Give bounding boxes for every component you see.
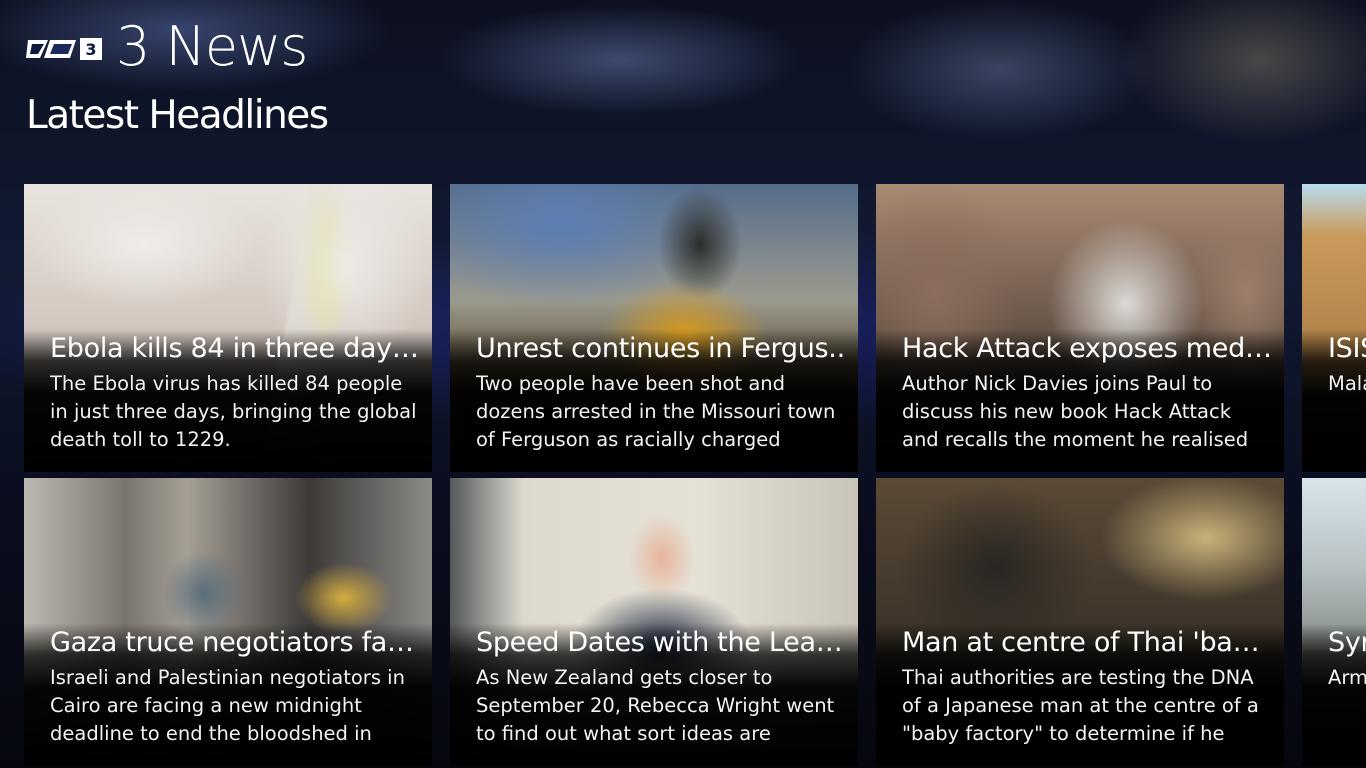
- tile-text: Man at centre of Thai 'bab... Thai autho…: [902, 626, 1272, 748]
- news-tile[interactable]: Man at centre of Thai 'bab... Thai autho…: [876, 478, 1284, 766]
- svg-text:3: 3: [85, 40, 96, 59]
- news-tile[interactable]: Unrest continues in Fergus.. Two people …: [450, 184, 858, 472]
- tile-summary: The Ebola virus has killed 84 people in …: [50, 372, 417, 451]
- app-header: 3 3 News: [26, 14, 308, 80]
- tile-text: Ebola kills 84 in three days... The Ebol…: [50, 332, 420, 454]
- news-tile[interactable]: Hack Attack exposes medi... Author Nick …: [876, 184, 1284, 472]
- tile-text: ISIS Mala a wa mili: [1328, 332, 1366, 454]
- section-title: Latest Headlines: [26, 93, 329, 138]
- app-window: 3 3 News Latest Headlines Ebola kills 84…: [0, 0, 1366, 768]
- tile-summary: Mala a wa mili: [1328, 372, 1366, 395]
- brand: 3 3 News: [26, 14, 308, 80]
- tile-summary: As New Zealand gets closer to September …: [476, 666, 835, 745]
- tile-summary: Two people have been shot and dozens arr…: [476, 372, 836, 451]
- tile-summary: Author Nick Davies joins Paul to discuss…: [902, 372, 1249, 451]
- tile-headline: Ebola kills 84 in three days...: [50, 333, 420, 364]
- app-title: 3 News: [116, 15, 308, 78]
- news-tile[interactable]: Syr Arm hun that: [1302, 478, 1366, 766]
- news-tile[interactable]: ISIS Mala a wa mili: [1302, 184, 1366, 472]
- tile-summary: Arm hun that: [1328, 666, 1366, 689]
- tile-text: Gaza truce negotiators fac... Israeli an…: [50, 626, 420, 748]
- news-tile[interactable]: Speed Dates with the Lead.. As New Zeala…: [450, 478, 858, 766]
- tile-text: Unrest continues in Fergus.. Two people …: [476, 332, 846, 454]
- tile-summary: Israeli and Palestinian negotiators in C…: [50, 666, 405, 745]
- tile-headline: Syr: [1328, 627, 1366, 658]
- tile-summary: Thai authorities are testing the DNA of …: [902, 666, 1259, 745]
- tile-headline: Gaza truce negotiators fac...: [50, 627, 420, 658]
- tile-headline: Man at centre of Thai 'bab...: [902, 627, 1272, 658]
- tile-text: Hack Attack exposes medi... Author Nick …: [902, 332, 1272, 454]
- tile-headline: Speed Dates with the Lead..: [476, 627, 846, 658]
- news-tile[interactable]: Ebola kills 84 in three days... The Ebol…: [24, 184, 432, 472]
- tile-headline: Unrest continues in Fergus..: [476, 333, 845, 364]
- tile-headline: Hack Attack exposes medi...: [902, 333, 1272, 364]
- headline-grid: Ebola kills 84 in three days... The Ebol…: [24, 184, 1366, 766]
- tile-text: Speed Dates with the Lead.. As New Zeala…: [476, 626, 846, 748]
- tv3-logo-icon: 3: [26, 38, 102, 60]
- news-tile[interactable]: Gaza truce negotiators fac... Israeli an…: [24, 478, 432, 766]
- tile-text: Syr Arm hun that: [1328, 626, 1366, 748]
- tile-headline: ISIS: [1328, 333, 1366, 364]
